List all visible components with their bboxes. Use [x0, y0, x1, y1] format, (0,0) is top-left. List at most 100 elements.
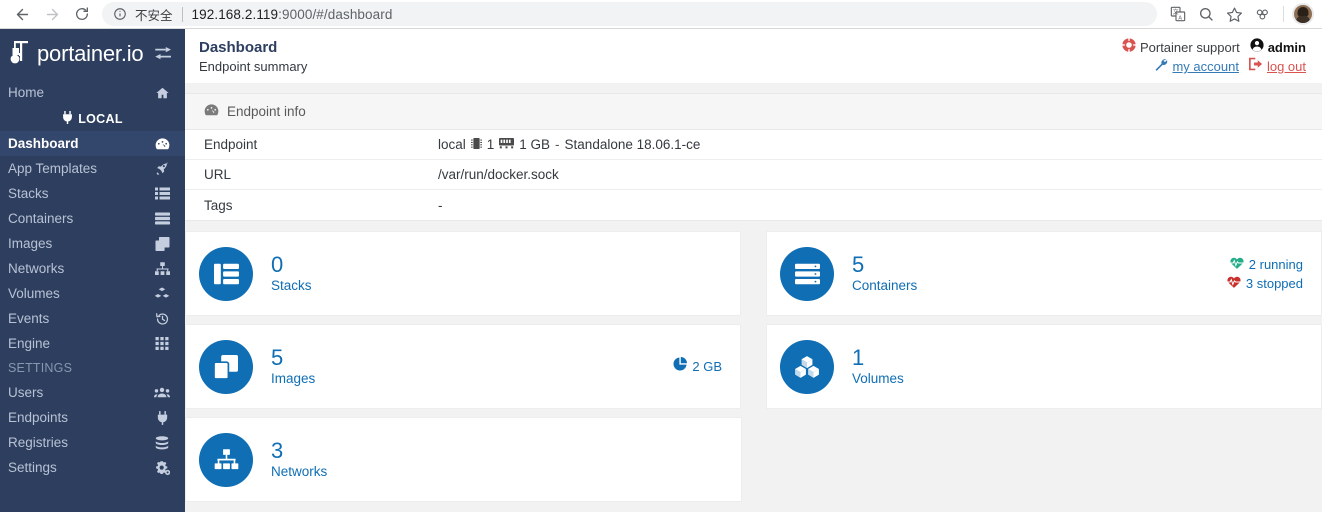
heartbeat-green-icon: [1230, 255, 1244, 274]
translate-icon[interactable]: 文 A: [1165, 2, 1191, 26]
sidebar-item-app-templates[interactable]: App Templates: [0, 156, 185, 181]
sidebar-item-registries[interactable]: Registries: [0, 430, 185, 455]
plug-icon: [62, 111, 73, 127]
current-user[interactable]: admin: [1250, 38, 1306, 57]
address-bar[interactable]: 不安全 192.168.2.119:9000/#/dashboard: [102, 2, 1157, 26]
clone-icon: [153, 237, 171, 251]
extensions-icon[interactable]: [1249, 2, 1275, 26]
portainer-logo-icon: [10, 39, 36, 69]
images-label: Images: [271, 370, 315, 388]
rocket-icon: [153, 162, 171, 176]
endpoint-row-value: local 1: [438, 137, 700, 153]
heartbeat-red-icon: [1227, 274, 1241, 293]
th-icon: [153, 337, 171, 350]
engine-version: Standalone 18.06.1-ce: [565, 137, 701, 152]
sidebar-item-networks[interactable]: Networks: [0, 256, 185, 281]
browser-nav-buttons: [8, 2, 96, 26]
portainer-support-link[interactable]: Portainer support: [1122, 38, 1240, 57]
sidebar-item-label: Events: [8, 311, 153, 326]
containers-label: Containers: [852, 277, 917, 295]
users-icon: [153, 386, 171, 399]
logout-label: log out: [1267, 57, 1306, 76]
back-button[interactable]: [8, 2, 36, 26]
tags-row: Tags -: [185, 190, 1322, 220]
brand-name: portainer.io: [37, 41, 143, 67]
insecure-label: 不安全: [135, 5, 173, 24]
volumes-card[interactable]: 1 Volumes: [766, 324, 1322, 409]
list-icon: [153, 187, 171, 200]
url-path: :9000/#/dashboard: [278, 7, 392, 22]
networks-label: Networks: [271, 463, 327, 481]
sidebar-item-label: Stacks: [8, 186, 153, 201]
volumes-body: 1 Volumes: [852, 345, 904, 388]
sign-out-icon: [1249, 57, 1263, 76]
endpoint-info-panel: Endpoint info Endpoint local: [185, 93, 1322, 221]
images-card[interactable]: 5 Images 2 GB: [185, 324, 741, 409]
memory-icon: [499, 137, 514, 152]
sidebar-item-label: Users: [8, 385, 153, 400]
sidebar-item-label: Networks: [8, 261, 153, 276]
images-size-line: 2 GB: [673, 357, 722, 376]
sidebar-item-label: Settings: [8, 460, 153, 475]
browser-actions: 文 A: [1165, 2, 1314, 26]
page-header-right: Portainer support admin: [1122, 38, 1308, 76]
url-row: URL /var/run/docker.sock: [185, 160, 1322, 190]
networks-body: 3 Networks: [271, 438, 327, 481]
networks-icon: [199, 433, 253, 487]
profile-avatar[interactable]: [1292, 3, 1314, 25]
sidebar-item-label: Volumes: [8, 286, 153, 301]
stat-card-row: 3 Networks: [185, 417, 1322, 502]
microchip-icon: [471, 137, 482, 153]
my-account-link[interactable]: my account: [1154, 57, 1238, 76]
page-title: Dashboard: [199, 38, 307, 57]
sidebar-item-dashboard[interactable]: Dashboard: [0, 131, 185, 156]
browser-toolbar: 不安全 192.168.2.119:9000/#/dashboard 文 A: [0, 0, 1322, 29]
tags-row-value: -: [438, 198, 443, 213]
volumes-label: Volumes: [852, 370, 904, 388]
images-icon: [199, 340, 253, 394]
sidebar-item-volumes[interactable]: Volumes: [0, 281, 185, 306]
forward-arrow-icon: [44, 6, 61, 23]
containers-card[interactable]: 5 Containers 2: [766, 231, 1322, 316]
endpoint-row: Endpoint local 1: [185, 130, 1322, 160]
networks-card[interactable]: 3 Networks: [185, 417, 742, 502]
cogs-icon: [153, 461, 171, 475]
search-icon[interactable]: [1193, 2, 1219, 26]
reload-button[interactable]: [68, 2, 96, 26]
containers-count: 5: [852, 252, 917, 277]
omnibox-divider: [182, 7, 183, 22]
sidebar-item-label: Home: [8, 85, 153, 100]
stacks-card[interactable]: 0 Stacks: [185, 231, 741, 316]
dashboard-scroll-area: Endpoint info Endpoint local: [185, 83, 1322, 512]
info-circle-icon[interactable]: [112, 6, 128, 22]
forward-button[interactable]: [38, 2, 66, 26]
stacks-icon: [199, 247, 253, 301]
sidebar-item-events[interactable]: Events: [0, 306, 185, 331]
sidebar-item-home[interactable]: Home: [0, 79, 185, 106]
networks-count: 3: [271, 438, 327, 463]
sidebar-item-label: Engine: [8, 336, 153, 351]
sidebar-item-engine[interactable]: Engine: [0, 331, 185, 356]
collapse-sidebar-icon[interactable]: [155, 47, 173, 61]
brand-header: portainer.io: [0, 29, 185, 79]
wrench-icon: [1154, 57, 1168, 76]
sidebar-item-settings[interactable]: Settings: [0, 455, 185, 480]
cpu-count: 1: [487, 137, 495, 152]
tachometer-icon: [204, 103, 219, 120]
sidebar-item-images[interactable]: Images: [0, 231, 185, 256]
stacks-label: Stacks: [271, 277, 312, 295]
sidebar-item-stacks[interactable]: Stacks: [0, 181, 185, 206]
logout-link[interactable]: log out: [1249, 57, 1306, 76]
endpoint-info-header: Endpoint info: [185, 94, 1322, 130]
sidebar-item-endpoints[interactable]: Endpoints: [0, 405, 185, 430]
svg-text:A: A: [1178, 15, 1182, 21]
toolbar-divider: [1283, 6, 1284, 22]
pie-chart-icon: [673, 357, 687, 376]
sidebar-item-containers[interactable]: Containers: [0, 206, 185, 231]
page-header-left: Dashboard Endpoint summary: [199, 38, 307, 76]
tachometer-icon: [153, 137, 171, 151]
endpoint-name: local: [438, 137, 466, 152]
server-icon: [153, 212, 171, 225]
bookmark-star-icon[interactable]: [1221, 2, 1247, 26]
sidebar-item-users[interactable]: Users: [0, 380, 185, 405]
